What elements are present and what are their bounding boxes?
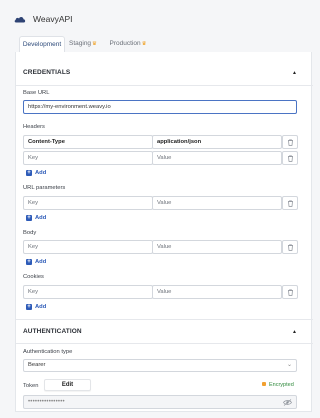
crown-icon: ♛ — [92, 41, 97, 47]
chevron-up-icon[interactable]: ▲ — [292, 329, 297, 335]
edit-token-button[interactable]: Edit — [44, 379, 91, 391]
add-cookie-button[interactable]: + Add — [26, 303, 46, 311]
cookie-value-input[interactable]: Value — [152, 285, 282, 299]
crown-icon: ♛ — [141, 41, 147, 47]
token-value: •••••••••••••••• — [28, 399, 65, 405]
url-params-label: URL parameters — [23, 185, 66, 191]
tab-production[interactable]: Production♛ — [109, 36, 147, 53]
header-key-input[interactable]: Content-Type — [23, 135, 153, 149]
trash-icon — [288, 244, 293, 251]
token-input[interactable]: •••••••••••••••• — [23, 395, 297, 409]
environment-panel: CREDENTIALS ▲ Base URL https://my-enviro… — [15, 52, 313, 412]
trash-icon — [288, 139, 293, 146]
base-url-label: Base URL — [23, 90, 50, 96]
delete-body-button[interactable] — [282, 240, 298, 254]
body-label: Body — [23, 230, 37, 236]
delete-header-button[interactable] — [282, 151, 298, 165]
tab-label: Development — [22, 41, 62, 48]
add-body-button[interactable]: + Add — [26, 258, 46, 266]
plus-icon: + — [26, 259, 32, 265]
body-key-input[interactable]: Key — [23, 240, 153, 254]
token-label: Token — [23, 383, 39, 389]
add-label: Add — [35, 259, 47, 265]
delete-url-param-button[interactable] — [282, 196, 298, 210]
add-url-param-button[interactable]: + Add — [26, 214, 46, 222]
add-label: Add — [35, 304, 47, 310]
divider — [16, 343, 313, 344]
url-param-value-input[interactable]: Value — [152, 196, 282, 210]
base-url-input[interactable]: https://my-environment.weavy.io — [23, 100, 297, 114]
url-param-key-input[interactable]: Key — [23, 196, 153, 210]
trash-icon — [288, 200, 293, 207]
environment-tabs: Development Staging♛ Production♛ — [15, 36, 315, 53]
tab-development[interactable]: Development — [19, 36, 65, 53]
header-key-input[interactable]: Key — [23, 151, 153, 165]
lock-icon — [262, 382, 266, 386]
auth-type-select[interactable]: Bearer ⌄ — [23, 359, 297, 372]
authentication-title: AUTHENTICATION — [23, 328, 82, 335]
divider — [16, 85, 313, 86]
headers-label: Headers — [23, 124, 45, 130]
plus-icon: + — [26, 170, 32, 176]
tab-label: Staging — [69, 40, 92, 47]
auth-type-value: Bearer — [28, 362, 46, 368]
body-value-input[interactable]: Value — [152, 240, 282, 254]
delete-header-button[interactable] — [282, 135, 298, 149]
tab-label: Production — [109, 40, 141, 47]
chevron-down-icon: ⌄ — [286, 362, 292, 368]
trash-icon — [288, 289, 293, 296]
plus-icon: + — [26, 304, 32, 310]
cookies-label: Cookies — [23, 274, 44, 280]
header-value-input[interactable]: application/json — [152, 135, 282, 149]
plus-icon: + — [26, 215, 32, 221]
add-header-button[interactable]: + Add — [26, 169, 46, 177]
encrypted-label: Encrypted — [269, 382, 294, 388]
chevron-up-icon[interactable]: ▲ — [292, 70, 297, 76]
divider — [16, 319, 313, 320]
header-value-input[interactable]: Value — [152, 151, 282, 165]
auth-type-label: Authentication type — [23, 349, 73, 355]
add-label: Add — [35, 170, 47, 176]
delete-cookie-button[interactable] — [282, 285, 298, 299]
cloud-icon — [14, 16, 26, 23]
encrypted-badge: Encrypted — [262, 382, 294, 388]
cookie-key-input[interactable]: Key — [23, 285, 153, 299]
trash-icon — [288, 155, 293, 162]
add-label: Add — [35, 215, 47, 221]
tab-staging[interactable]: Staging♛ — [68, 36, 98, 53]
eye-off-icon[interactable] — [283, 399, 292, 406]
app-title: WeavyAPI — [33, 14, 73, 24]
credentials-title: CREDENTIALS — [23, 69, 71, 76]
